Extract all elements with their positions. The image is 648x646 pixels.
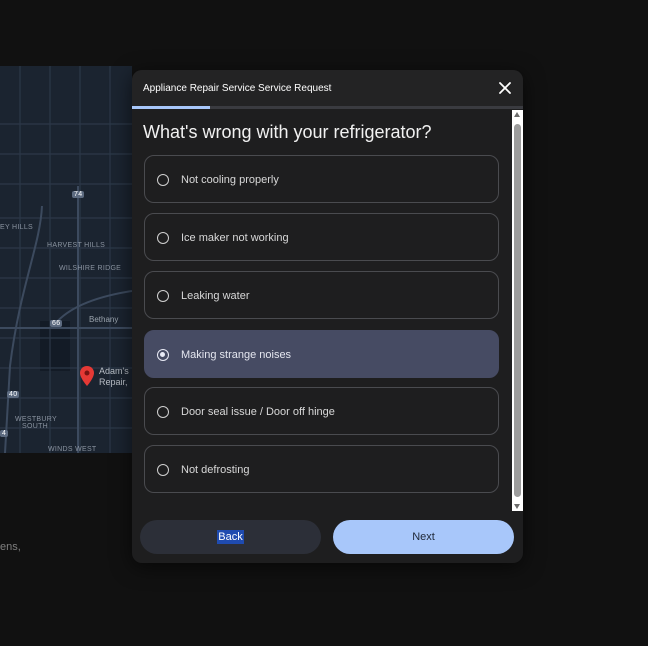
map-label: WINDS WEST	[48, 446, 97, 453]
highway-shield: 66	[50, 320, 63, 327]
scroll-thumb[interactable]	[514, 124, 521, 497]
option-label: Ice maker not working	[181, 232, 289, 244]
map-label: WESTBURY	[15, 416, 57, 423]
radio-icon[interactable]	[157, 464, 169, 476]
background-partial-text: ens,	[0, 541, 21, 553]
back-button[interactable]: Back	[140, 520, 321, 554]
map-label: SOUTH	[22, 423, 48, 430]
map-label: HARVEST HILLS	[47, 242, 106, 249]
option-label: Not defrosting	[181, 464, 250, 476]
map-label: EY HILLS	[0, 224, 34, 231]
map-place-name: Adam's	[99, 366, 129, 376]
radio-icon[interactable]	[157, 232, 169, 244]
highway-shield: 74	[72, 191, 85, 198]
close-icon	[499, 82, 511, 94]
option-label: Leaking water	[181, 290, 250, 302]
option-not-defrosting[interactable]: Not defrosting	[144, 445, 499, 493]
option-label: Not cooling properly	[181, 174, 279, 186]
option-not-cooling[interactable]: Not cooling properly	[144, 155, 499, 203]
option-strange-noises[interactable]: Making strange noises	[144, 330, 499, 378]
back-button-label: Back	[217, 530, 244, 544]
highway-shield: 40	[7, 391, 20, 398]
option-label: Making strange noises	[181, 349, 292, 361]
map-label: Bethany	[89, 315, 119, 324]
vertical-scrollbar[interactable]	[512, 110, 523, 511]
scroll-down-arrow-icon[interactable]	[514, 504, 520, 509]
option-leaking-water[interactable]: Leaking water	[144, 271, 499, 319]
map-label: WILSHIRE RIDGE	[59, 265, 122, 272]
page: EY HILLS HARVEST HILLS WILSHIRE RIDGE Be…	[0, 0, 648, 646]
background-map[interactable]: EY HILLS HARVEST HILLS WILSHIRE RIDGE Be…	[0, 66, 132, 453]
radio-icon[interactable]	[157, 174, 169, 186]
radio-icon[interactable]	[157, 290, 169, 302]
scroll-up-arrow-icon[interactable]	[514, 112, 520, 117]
radio-icon[interactable]	[157, 349, 169, 361]
radio-icon[interactable]	[157, 406, 169, 418]
dialog-header: Appliance Repair Service Service Request	[132, 70, 523, 106]
next-button[interactable]: Next	[333, 520, 514, 554]
service-request-dialog: Appliance Repair Service Service Request…	[132, 70, 523, 563]
question-scroll-area[interactable]: What's wrong with your refrigerator? Not…	[132, 109, 523, 511]
option-label: Door seal issue / Door off hinge	[181, 406, 335, 418]
map-roads	[0, 66, 132, 453]
map-place-name: Repair,	[99, 377, 128, 387]
highway-shield: 4	[0, 430, 9, 437]
map-pin-icon[interactable]	[80, 366, 94, 386]
question-heading: What's wrong with your refrigerator?	[143, 122, 432, 142]
option-door-seal[interactable]: Door seal issue / Door off hinge	[144, 387, 499, 435]
close-button[interactable]	[497, 80, 513, 96]
dialog-title: Appliance Repair Service Service Request	[143, 83, 332, 94]
option-ice-maker[interactable]: Ice maker not working	[144, 213, 499, 261]
next-button-label: Next	[412, 531, 435, 543]
